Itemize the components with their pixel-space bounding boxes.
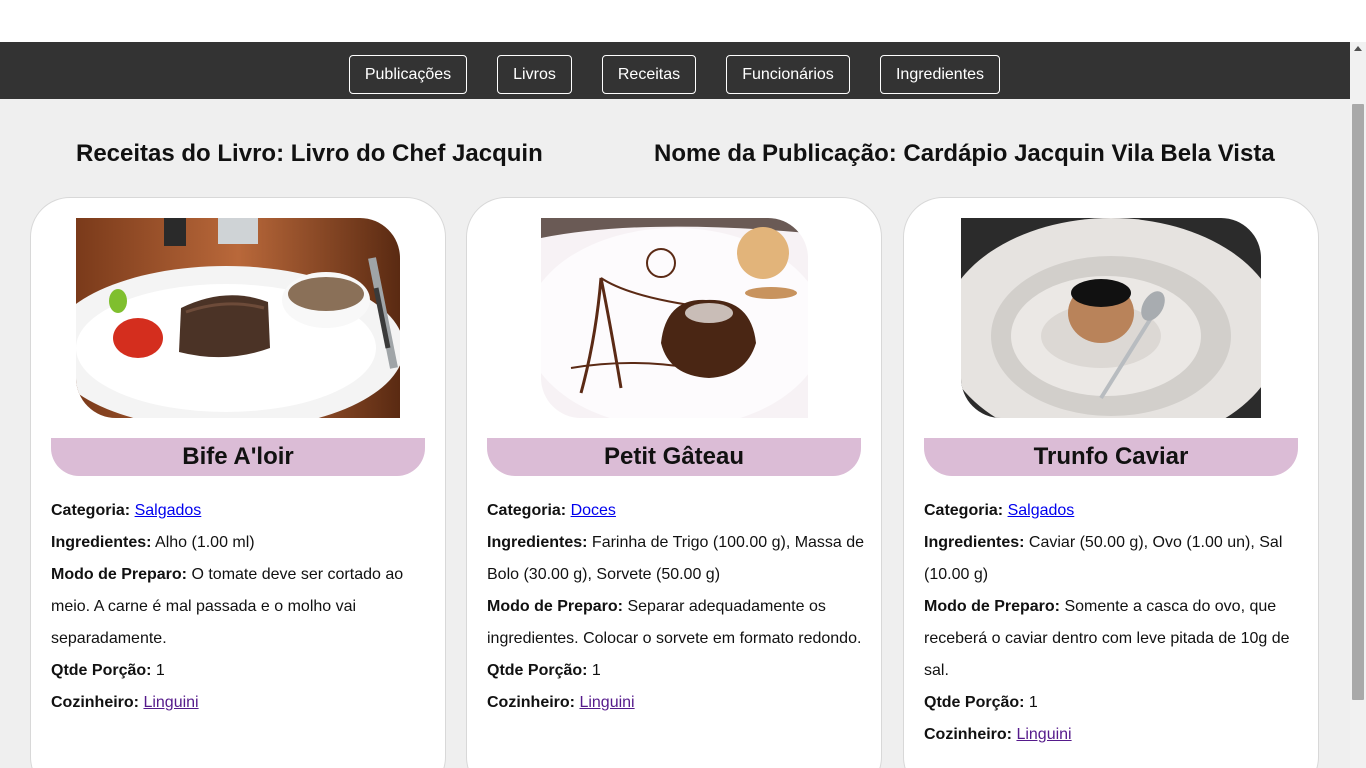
cook-row: Cozinheiro: Linguini [924,719,1304,751]
recipe-details: Categoria: Doces Ingredientes: Farinha d… [487,495,867,719]
category-label: Categoria: [51,502,131,519]
portion-value: 1 [155,662,165,679]
scroll-thumb[interactable] [1352,104,1364,700]
category-row: Categoria: Doces [487,495,867,527]
publication-name-heading: Nome da Publicação: Cardápio Jacquin Vil… [654,140,1275,167]
category-link[interactable]: Salgados [135,502,202,519]
cook-label: Cozinheiro: [924,726,1012,743]
cook-label: Cozinheiro: [487,694,575,711]
nav-receitas-button[interactable]: Receitas [602,55,696,94]
top-navbar: Publicações Livros Receitas Funcionários… [0,42,1350,99]
recipe-title: Trunfo Caviar [924,438,1298,476]
preparation-label: Modo de Preparo: [51,566,188,583]
recipe-photo-steak [76,218,400,418]
category-link[interactable]: Salgados [1008,502,1075,519]
portion-value: 1 [591,662,601,679]
cook-label: Cozinheiro: [51,694,139,711]
cook-link[interactable]: Linguini [1016,726,1071,743]
recipe-card: Petit Gâteau Categoria: Doces Ingredient… [466,197,882,768]
portion-row: Qtde Porção: 1 [51,655,431,687]
portion-label: Qtde Porção: [487,662,588,679]
preparation-label: Modo de Preparo: [487,598,624,615]
category-label: Categoria: [924,502,1004,519]
preparation-label: Modo de Preparo: [924,598,1061,615]
ingredients-value: Alho (1.00 ml) [155,534,255,551]
cook-row: Cozinheiro: Linguini [487,687,867,719]
nav-livros-button[interactable]: Livros [497,55,572,94]
ingredients-label: Ingredientes: [924,534,1025,551]
portion-label: Qtde Porção: [51,662,152,679]
ingredients-row: Ingredientes: Caviar (50.00 g), Ovo (1.0… [924,527,1304,591]
ingredients-row: Ingredientes: Alho (1.00 ml) [51,527,431,559]
preparation-row: Modo de Preparo: Somente a casca do ovo,… [924,591,1304,687]
portion-label: Qtde Porção: [924,694,1025,711]
recipe-card: Trunfo Caviar Categoria: Salgados Ingred… [903,197,1319,768]
scroll-up-arrow-icon[interactable] [1354,46,1362,51]
portion-row: Qtde Porção: 1 [924,687,1304,719]
cook-link[interactable]: Linguini [579,694,634,711]
book-recipes-heading: Receitas do Livro: Livro do Chef Jacquin [76,140,543,167]
portion-value: 1 [1028,694,1038,711]
category-link[interactable]: Doces [571,502,616,519]
ingredients-label: Ingredientes: [51,534,152,551]
portion-row: Qtde Porção: 1 [487,655,867,687]
recipe-photo-caviar [961,218,1261,418]
category-label: Categoria: [487,502,567,519]
browser-top-area [0,0,1366,42]
nav-ingredientes-button[interactable]: Ingredientes [880,55,1000,94]
recipe-title: Petit Gâteau [487,438,861,476]
recipe-details: Categoria: Salgados Ingredientes: Caviar… [924,495,1304,751]
recipe-details: Categoria: Salgados Ingredientes: Alho (… [51,495,431,719]
ingredients-row: Ingredientes: Farinha de Trigo (100.00 g… [487,527,867,591]
cook-row: Cozinheiro: Linguini [51,687,431,719]
ingredients-label: Ingredientes: [487,534,588,551]
page-scrollbar[interactable] [1350,42,1366,768]
recipe-card: Bife A'loir Categoria: Salgados Ingredie… [30,197,446,768]
recipe-photo-petit-gateau [541,218,808,418]
nav-funcionarios-button[interactable]: Funcionários [726,55,850,94]
category-row: Categoria: Salgados [51,495,431,527]
nav-publicacoes-button[interactable]: Publicações [349,55,467,94]
preparation-row: Modo de Preparo: O tomate deve ser corta… [51,559,431,655]
category-row: Categoria: Salgados [924,495,1304,527]
preparation-row: Modo de Preparo: Separar adequadamente o… [487,591,867,655]
recipe-title: Bife A'loir [51,438,425,476]
cook-link[interactable]: Linguini [143,694,198,711]
